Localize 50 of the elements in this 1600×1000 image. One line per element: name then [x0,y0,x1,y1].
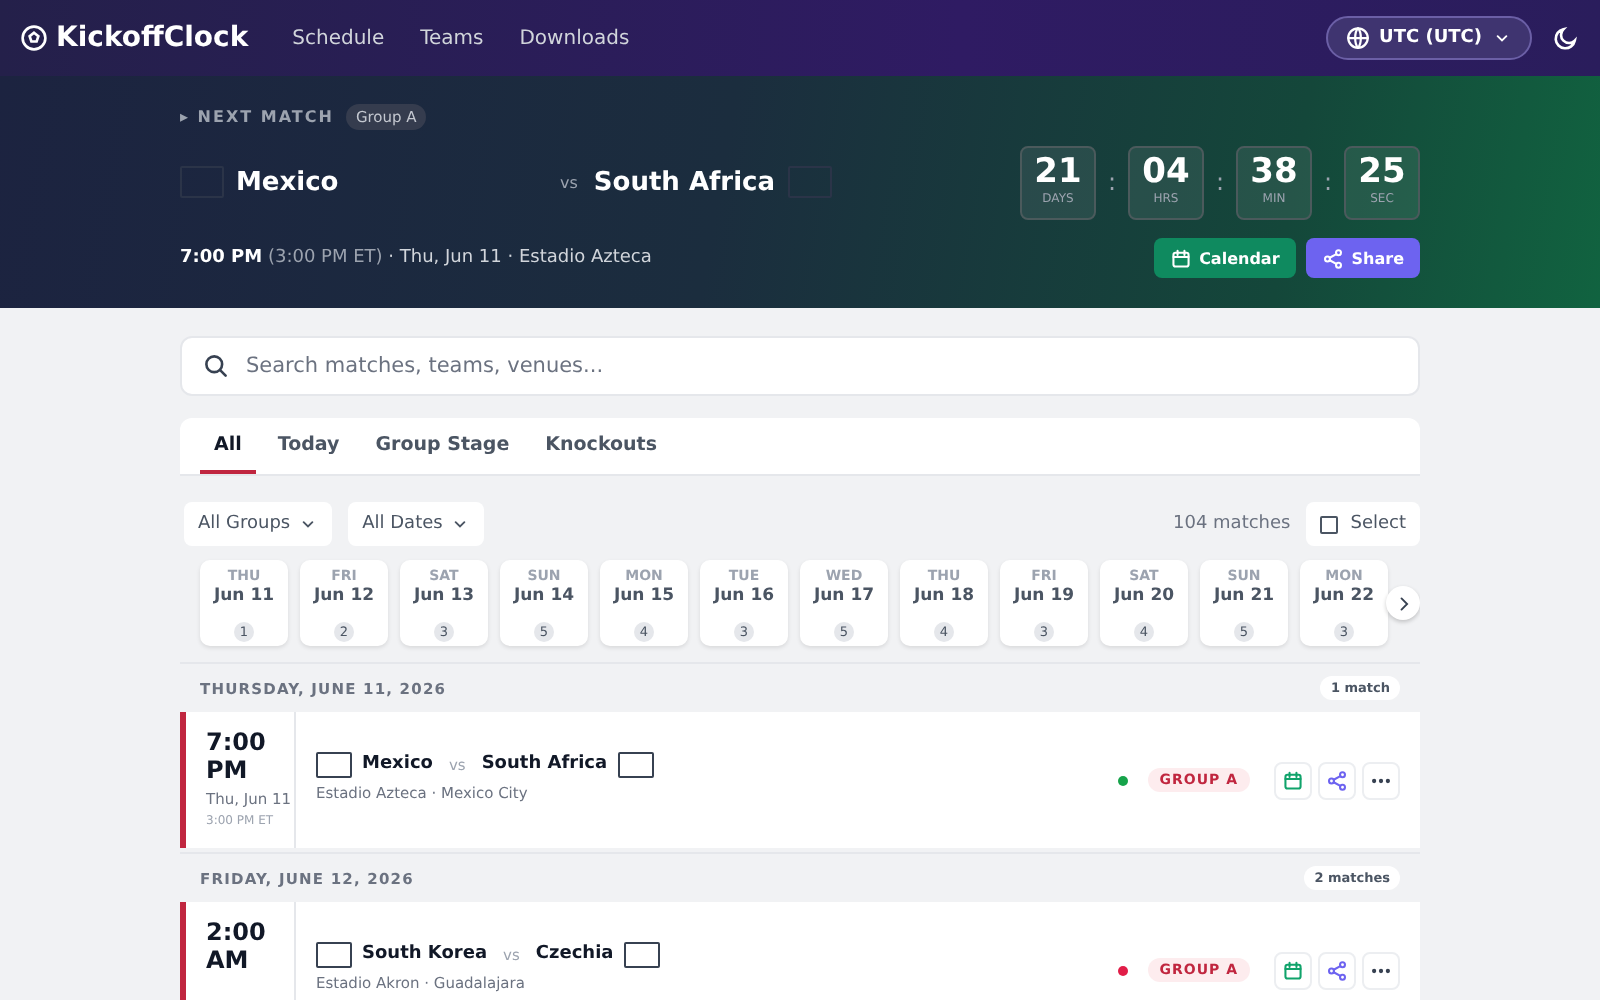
calendar-icon [1282,769,1304,791]
flag-icon [316,751,352,777]
team-name: South Korea [362,944,488,964]
share-icon [1326,959,1348,981]
colon-separator: : [1214,168,1226,196]
timezone-button[interactable]: UTC (UTC) [1325,16,1532,60]
match-count: 104 matches [1173,514,1291,534]
tab[interactable]: Today [263,418,354,474]
globe-icon [1345,26,1370,50]
calendar-icon [1169,247,1192,269]
moon-icon[interactable] [1552,24,1580,52]
filter-dropdown[interactable]: All Groups [184,502,333,546]
calendar-button[interactable] [1274,951,1312,989]
colon-separator: : [1106,168,1118,196]
eyebrow-label: ▸ NEXT MATCH [180,108,334,126]
calendar-button[interactable] [1274,761,1312,799]
colon-separator: : [1322,168,1334,196]
match-time: 2:00 AM [206,918,268,974]
share-button[interactable] [1318,761,1356,799]
team-name: South Africa [481,754,608,774]
flag-icon [617,751,654,777]
team-name: Mexico [236,167,339,197]
vs-label: vs [560,173,578,191]
calendar-button[interactable]: Calendar [1153,238,1296,278]
share-button[interactable]: Share [1305,238,1420,278]
flag-icon [623,941,660,967]
nav-link[interactable]: Schedule [292,27,385,49]
select-checkbox[interactable]: Select [1306,502,1420,546]
more-button[interactable] [1362,951,1400,989]
tab[interactable]: Knockouts [531,418,671,474]
calendar-icon [1282,959,1304,981]
brand-name[interactable]: KickoffClock [56,22,249,54]
tab[interactable]: Group Stage [361,418,524,474]
next-button[interactable] [1386,586,1420,620]
search-icon [202,352,230,380]
tab[interactable]: All [200,418,256,474]
share-icon [1326,769,1348,791]
flag-icon [316,941,352,967]
match-info: 7:00 PM (3:00 PM ET) · Thu, Jun 11 · Estadio Azteca [180,248,654,268]
team-name: Czechia [535,944,614,964]
filter-dropdown[interactable]: All Dates [348,502,485,546]
match-time: 7:00 PM [206,728,268,784]
more-button[interactable] [1362,761,1400,799]
share-icon [1321,247,1344,269]
team-name: Mexico [362,754,433,774]
share-button[interactable] [1318,951,1356,989]
ball-icon [20,24,48,52]
team-name: South Africa [593,167,776,197]
nav-link[interactable]: Teams [420,27,484,49]
nav-link[interactable]: Downloads [519,27,630,49]
